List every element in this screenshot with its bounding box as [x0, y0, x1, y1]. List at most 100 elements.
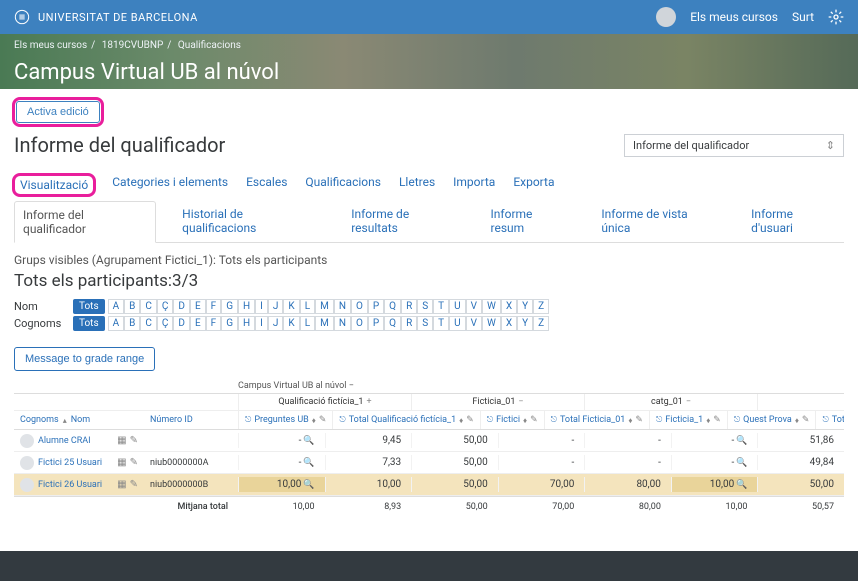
logout-link[interactable]: Surt — [792, 10, 814, 24]
grade-column-header[interactable]: ⎋ Total Qualificació fictícia_1 ♦ ✎ — [332, 411, 479, 429]
letter-filter[interactable]: S — [417, 299, 433, 314]
subtab-resum[interactable]: Informe resum — [483, 201, 576, 242]
grid-icon[interactable]: ▦ — [117, 479, 126, 490]
filter-all[interactable]: Tots — [73, 299, 105, 314]
letter-filter[interactable]: Z — [533, 299, 549, 314]
letter-filter[interactable]: E — [190, 316, 206, 331]
tab-importa[interactable]: Importa — [453, 175, 495, 195]
pencil-icon[interactable]: ✎ — [130, 457, 138, 468]
tab-visualitzacio[interactable]: Visualització — [20, 178, 88, 192]
letter-filter[interactable]: J — [268, 299, 284, 314]
letter-filter[interactable]: U — [449, 316, 465, 331]
grade-column-header[interactable]: ⎋ Total Ficticia_01 ♦ ✎ — [544, 411, 649, 429]
category-header[interactable]: catg_01− — [584, 394, 757, 410]
letter-filter[interactable]: M — [315, 316, 334, 331]
letter-filter[interactable]: K — [283, 299, 299, 314]
grade-column-header[interactable]: ⎋ Ficticia_1 ♦ ✎ — [649, 411, 727, 429]
letter-filter[interactable]: I — [255, 299, 268, 314]
letter-filter[interactable]: K — [283, 316, 299, 331]
tab-categories[interactable]: Categories i elements — [112, 175, 228, 195]
letter-filter[interactable]: X — [501, 316, 517, 331]
letter-filter[interactable]: L — [300, 316, 315, 331]
letter-filter[interactable]: B — [124, 299, 140, 314]
letter-filter[interactable]: Y — [517, 299, 533, 314]
avatar[interactable] — [656, 7, 676, 27]
letter-filter[interactable]: H — [238, 316, 255, 331]
edit-mode-button[interactable]: Activa edició — [16, 101, 100, 123]
letter-filter[interactable]: V — [466, 299, 482, 314]
letter-filter[interactable]: T — [433, 316, 449, 331]
letter-filter[interactable]: W — [482, 299, 501, 314]
magnify-icon[interactable]: 🔍 — [736, 480, 747, 490]
grade-column-header[interactable]: ⎋ Total del curs ♦ ✎ — [815, 411, 844, 429]
student-link[interactable]: Alumne CRAI — [38, 436, 91, 446]
grade-column-header[interactable]: ⎋ Preguntes UB ♦ ✎ — [238, 411, 332, 429]
letter-filter[interactable]: D — [173, 316, 190, 331]
magnify-icon[interactable]: 🔍 — [303, 480, 314, 490]
letter-filter[interactable]: R — [401, 316, 417, 331]
message-grade-range-button[interactable]: Message to grade range — [14, 347, 155, 371]
letter-filter[interactable]: S — [417, 316, 433, 331]
letter-filter[interactable]: Ç — [157, 316, 174, 331]
filter-all[interactable]: Tots — [73, 316, 105, 331]
category-header[interactable]: Ficticia_01− — [411, 394, 584, 410]
letter-filter[interactable]: Z — [533, 316, 549, 331]
col-name[interactable]: Nom — [71, 415, 90, 425]
tab-qualificacions[interactable]: Qualificacions — [305, 175, 381, 195]
magnify-icon[interactable]: 🔍 — [303, 436, 314, 446]
subtab-usuari[interactable]: Informe d'usuari — [743, 201, 844, 242]
tab-exporta[interactable]: Exporta — [513, 175, 554, 195]
letter-filter[interactable]: M — [315, 299, 334, 314]
letter-filter[interactable]: C — [140, 316, 157, 331]
letter-filter[interactable]: Q — [384, 299, 401, 314]
grid-icon[interactable]: ▦ — [117, 457, 126, 468]
category-header[interactable]: Qualificació fictícia_1+ — [238, 394, 411, 410]
magnify-icon[interactable]: 🔍 — [303, 458, 314, 468]
letter-filter[interactable]: N — [334, 299, 351, 314]
letter-filter[interactable]: V — [466, 316, 482, 331]
letter-filter[interactable]: A — [108, 316, 125, 331]
col-id[interactable]: Número ID — [150, 415, 193, 425]
letter-filter[interactable]: W — [482, 316, 501, 331]
letter-filter[interactable]: E — [190, 299, 206, 314]
letter-filter[interactable]: F — [206, 299, 222, 314]
breadcrumb-item[interactable]: 1819CVUBNP — [102, 40, 164, 51]
grid-icon[interactable]: ▦ — [117, 435, 126, 446]
subtab-vista-unica[interactable]: Informe de vista única — [593, 201, 725, 242]
letter-filter[interactable]: G — [221, 316, 238, 331]
letter-filter[interactable]: U — [449, 299, 465, 314]
magnify-icon[interactable]: 🔍 — [736, 458, 747, 468]
gear-icon[interactable] — [828, 9, 844, 25]
grade-column-header[interactable]: ⎋ Quest Prova ♦ ✎ — [727, 411, 816, 429]
letter-filter[interactable]: A — [108, 299, 125, 314]
breadcrumb-item[interactable]: Qualificacions — [178, 40, 241, 51]
letter-filter[interactable]: T — [433, 299, 449, 314]
sort-icon[interactable]: ▴ — [63, 416, 67, 425]
letter-filter[interactable]: C — [140, 299, 157, 314]
letter-filter[interactable]: Y — [517, 316, 533, 331]
pencil-icon[interactable]: ✎ — [130, 435, 138, 446]
letter-filter[interactable]: G — [221, 299, 238, 314]
letter-filter[interactable]: R — [401, 299, 417, 314]
letter-filter[interactable]: O — [351, 299, 368, 314]
magnify-icon[interactable]: 🔍 — [736, 436, 747, 446]
student-link[interactable]: Fictici 26 Usuari — [38, 480, 102, 490]
letter-filter[interactable]: D — [173, 299, 190, 314]
tab-lletres[interactable]: Lletres — [399, 175, 435, 195]
letter-filter[interactable]: H — [238, 299, 255, 314]
student-link[interactable]: Fictici 25 Usuari — [38, 458, 102, 468]
letter-filter[interactable]: F — [206, 316, 222, 331]
letter-filter[interactable]: B — [124, 316, 140, 331]
my-courses-link[interactable]: Els meus cursos — [690, 10, 778, 24]
letter-filter[interactable]: I — [255, 316, 268, 331]
subtab-resultats[interactable]: Informe de resultats — [343, 201, 464, 242]
subtab-historial[interactable]: Historial de qualificacions — [174, 201, 325, 242]
letter-filter[interactable]: X — [501, 299, 517, 314]
letter-filter[interactable]: P — [368, 316, 384, 331]
subtab-informe-qualificador[interactable]: Informe del qualificador — [14, 201, 156, 243]
col-surname[interactable]: Cognoms — [20, 415, 59, 425]
letter-filter[interactable]: Ç — [157, 299, 174, 314]
letter-filter[interactable]: N — [334, 316, 351, 331]
letter-filter[interactable]: L — [300, 299, 315, 314]
letter-filter[interactable]: P — [368, 299, 384, 314]
